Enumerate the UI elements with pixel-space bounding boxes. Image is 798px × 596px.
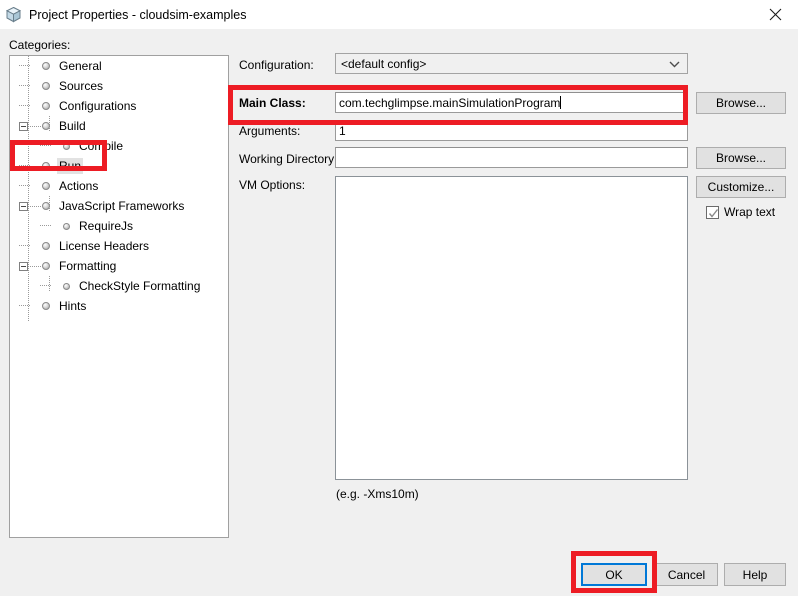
categories-tree[interactable]: General Sources Configurations Build Compile…: [9, 55, 229, 538]
title-bar: Project Properties - cloudsim-examples: [0, 0, 798, 29]
tree-connector: [30, 125, 41, 127]
configuration-label: Configuration:: [239, 58, 314, 72]
tree-connector: [19, 56, 30, 76]
tree-connector: [30, 205, 41, 207]
tree-node-icon: [42, 262, 50, 270]
main-class-field[interactable]: com.techglimpse.mainSimulationProgram: [335, 92, 688, 113]
sidebar-item-hints[interactable]: Hints: [10, 296, 228, 316]
sidebar-item-label: Hints: [59, 299, 87, 313]
sidebar-item-label: General: [59, 59, 102, 73]
main-class-label: Main Class:: [239, 96, 306, 110]
browse-main-class-button[interactable]: Browse...: [696, 92, 786, 114]
sidebar-item-configurations[interactable]: Configurations: [10, 96, 228, 116]
arguments-value: 1: [339, 123, 346, 138]
sidebar-item-requirejs[interactable]: RequireJs: [10, 216, 228, 236]
cancel-button[interactable]: Cancel: [655, 563, 718, 586]
tree-connector: [30, 265, 41, 267]
tree-connector: [19, 176, 30, 196]
help-button[interactable]: Help: [724, 563, 786, 586]
sidebar-item-label: Compile: [79, 139, 124, 153]
tree-node-icon: [42, 302, 50, 310]
categories-label: Categories:: [9, 38, 71, 52]
sidebar-item-javascript-frameworks[interactable]: JavaScript Frameworks: [10, 196, 228, 216]
vm-options-hint: (e.g. -Xms10m): [336, 487, 419, 501]
sidebar-item-label: Run: [57, 158, 84, 174]
sidebar-item-label: JavaScript Frameworks: [59, 199, 185, 213]
tree-node-icon: [42, 162, 50, 170]
close-icon[interactable]: [753, 0, 798, 29]
tree-connector: [40, 136, 51, 156]
configuration-select[interactable]: <default config>: [335, 53, 688, 74]
chevron-down-icon: [669, 57, 680, 71]
browse-working-directory-button[interactable]: Browse...: [696, 147, 786, 169]
sidebar-item-label: License Headers: [59, 239, 150, 253]
project-properties-dialog: Project Properties - cloudsim-examples C…: [0, 0, 798, 596]
tree-collapse-icon[interactable]: [19, 121, 28, 131]
sidebar-item-actions[interactable]: Actions: [10, 176, 228, 196]
vm-options-textarea[interactable]: [335, 176, 688, 480]
tree-connector: [19, 156, 30, 176]
tree-node-icon: [42, 242, 50, 250]
tree-node-icon: [42, 182, 50, 190]
sidebar-item-general[interactable]: General: [10, 56, 228, 76]
sidebar-item-label: Build: [59, 119, 86, 133]
window-title: Project Properties - cloudsim-examples: [29, 7, 247, 22]
arguments-field[interactable]: 1: [335, 120, 688, 141]
sidebar-item-run[interactable]: Run: [10, 156, 228, 176]
sidebar-item-sources[interactable]: Sources: [10, 76, 228, 96]
sidebar-item-label: RequireJs: [79, 219, 134, 233]
sidebar-item-compile[interactable]: Compile: [10, 136, 228, 156]
checkmark-icon: [706, 205, 719, 219]
working-directory-label: Working Directory:: [239, 152, 338, 166]
ok-button[interactable]: OK: [581, 563, 647, 586]
tree-collapse-icon[interactable]: [19, 201, 28, 211]
arguments-label: Arguments:: [239, 124, 301, 138]
tree-connector: [19, 76, 30, 96]
sidebar-item-label: Actions: [59, 179, 99, 193]
tree-node-icon: [63, 282, 70, 290]
cube-icon: [5, 6, 22, 23]
tree-node-icon: [42, 122, 50, 130]
sidebar-item-label: Sources: [59, 79, 104, 93]
sidebar-item-formatting[interactable]: Formatting: [10, 256, 228, 276]
tree-connector: [19, 96, 30, 116]
customize-vm-options-button[interactable]: Customize...: [696, 176, 786, 198]
configuration-value: <default config>: [341, 56, 427, 71]
tree-node-icon: [42, 62, 50, 70]
tree-connector: [19, 296, 30, 316]
sidebar-item-label: Configurations: [59, 99, 137, 113]
tree-node-icon: [42, 202, 50, 210]
tree-connector: [19, 236, 30, 256]
tree-node-icon: [63, 142, 70, 150]
tree-collapse-icon[interactable]: [19, 261, 28, 271]
sidebar-item-license-headers[interactable]: License Headers: [10, 236, 228, 256]
sidebar-item-label: CheckStyle Formatting: [79, 279, 201, 293]
main-class-value: com.techglimpse.mainSimulationProgram: [339, 95, 561, 110]
tree-node-icon: [42, 102, 50, 110]
wrap-text-checkbox[interactable]: Wrap text: [706, 205, 775, 219]
tree-connector: [40, 216, 51, 236]
vm-options-label: VM Options:: [239, 178, 306, 192]
titlebar-divider: [0, 29, 798, 30]
text-caret: [560, 96, 562, 109]
sidebar-item-label: Formatting: [59, 259, 117, 273]
tree-rows: General Sources Configurations Build Compile…: [10, 56, 228, 316]
tree-connector: [40, 276, 51, 296]
wrap-text-label: Wrap text: [724, 205, 776, 219]
working-directory-field[interactable]: [335, 147, 688, 168]
tree-node-icon: [63, 222, 70, 230]
sidebar-item-build[interactable]: Build: [10, 116, 228, 136]
tree-node-icon: [42, 82, 50, 90]
sidebar-item-checkstyle-formatting[interactable]: CheckStyle Formatting: [10, 276, 228, 296]
